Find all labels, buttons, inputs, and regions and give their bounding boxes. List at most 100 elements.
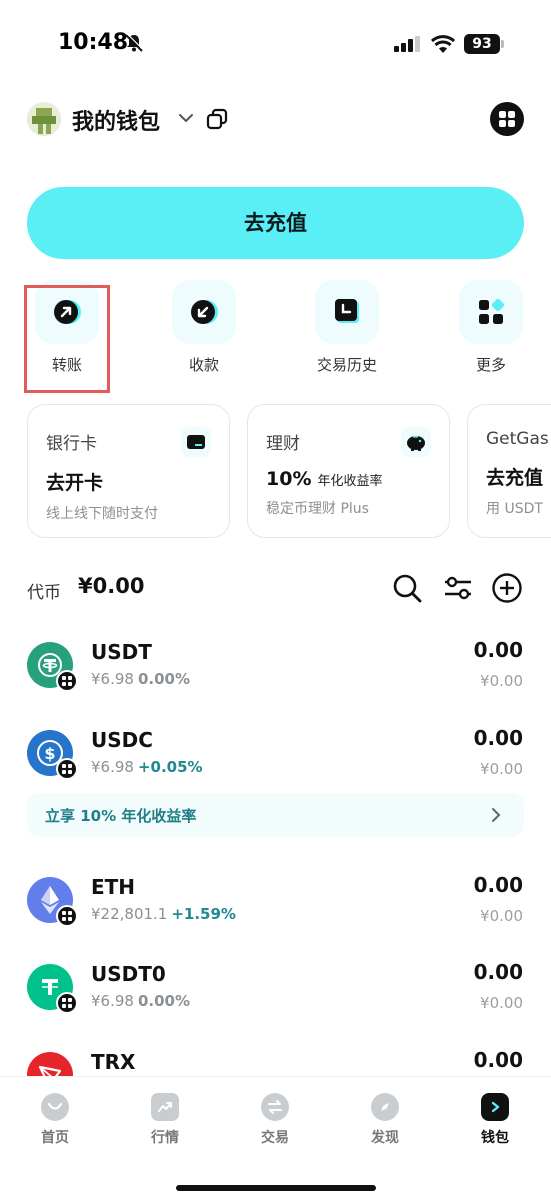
tokens-total: ¥0.00 xyxy=(78,574,145,598)
token-row-usdc[interactable]: $ USDC ¥6.98 +0.05% 0.00 ¥0.00 xyxy=(0,726,551,796)
card-main-text: 去开卡 xyxy=(46,472,104,494)
token-price-value: ¥6.98 xyxy=(91,992,134,1010)
receive-label: 收款 xyxy=(188,356,219,374)
nav-home[interactable]: 首页 xyxy=(15,1093,95,1147)
card-sub: 线上线下随时支付 xyxy=(46,506,158,522)
wallet-header: 我的钱包 xyxy=(0,96,551,140)
battery-indicator: 93 xyxy=(464,34,500,54)
nav-market[interactable]: 行情 xyxy=(125,1093,205,1147)
wifi-icon xyxy=(430,35,456,53)
battery-tip xyxy=(501,40,504,48)
token-balance: 0.00 xyxy=(473,960,523,984)
nav-trade[interactable]: 交易 xyxy=(235,1093,315,1147)
filter-icon[interactable] xyxy=(442,572,474,604)
home-indicator xyxy=(176,1185,376,1191)
chevron-down-icon[interactable] xyxy=(178,112,194,124)
grid-icon xyxy=(499,111,515,127)
chevron-right-icon xyxy=(492,808,501,822)
token-row-usdt[interactable]: USDT ¥6.98 0.00% 0.00 ¥0.00 xyxy=(0,638,551,708)
token-name: TRX xyxy=(91,1050,136,1074)
bank-card-card[interactable]: 银行卡 去开卡 线上线下随时支付 xyxy=(27,404,230,538)
discover-icon xyxy=(371,1093,399,1121)
token-fiat: ¥0.00 xyxy=(480,907,523,925)
receive-button[interactable]: 收款 xyxy=(159,280,249,375)
token-name: USDT xyxy=(91,640,152,664)
history-icon xyxy=(335,299,359,323)
token-balance: 0.00 xyxy=(473,638,523,662)
token-price: ¥22,801.1 +1.59% xyxy=(91,905,236,923)
chain-badge-icon xyxy=(56,992,78,1014)
tokens-header: 代币 ¥0.00 xyxy=(0,568,551,608)
nav-label: 发现 xyxy=(371,1130,399,1146)
nav-discover[interactable]: 发现 xyxy=(345,1093,425,1147)
nav-label: 交易 xyxy=(261,1130,289,1146)
token-price: ¥6.98 0.00% xyxy=(91,670,190,688)
avatar-icon xyxy=(27,102,61,136)
token-price: ¥6.98 +0.05% xyxy=(91,758,203,776)
card-sub: 用 USDT xyxy=(486,501,543,517)
card-title: GetGas xyxy=(486,429,549,449)
wealth-card[interactable]: 理财 10% 年化收益率 稳定币理财 Plus xyxy=(247,404,450,538)
nav-label: 行情 xyxy=(151,1130,179,1146)
copy-icon[interactable] xyxy=(206,108,228,130)
svg-text:$: $ xyxy=(44,744,55,763)
card-sub: 稳定币理财 Plus xyxy=(266,501,369,517)
nav-label: 首页 xyxy=(41,1130,69,1146)
token-price-value: ¥6.98 xyxy=(91,758,134,776)
signal-icon xyxy=(394,36,420,52)
tokens-label: 代币 xyxy=(27,583,61,603)
token-row-eth[interactable]: ETH ¥22,801.1 +1.59% 0.00 ¥0.00 xyxy=(0,873,551,943)
bottom-nav: 首页 行情 交易 发现 钱包 xyxy=(0,1076,551,1200)
add-token-icon[interactable] xyxy=(491,572,523,604)
more-label: 更多 xyxy=(475,356,506,374)
wallet-icon xyxy=(481,1093,509,1121)
feature-cards: 银行卡 去开卡 线上线下随时支付 理财 10% 年化收益率 稳定币理财 Plus … xyxy=(0,404,551,538)
market-icon xyxy=(151,1093,179,1121)
more-icon-wrap xyxy=(459,280,523,344)
history-button[interactable]: 交易历史 xyxy=(302,280,392,375)
status-bar: 10:48 93 xyxy=(0,0,551,90)
token-row-usdt0[interactable]: USDT0 ¥6.98 0.00% 0.00 ¥0.00 xyxy=(0,960,551,1030)
card-main-text: 10% xyxy=(266,468,312,490)
card-main-suffix: 年化收益率 xyxy=(317,474,383,489)
token-change: 0.00% xyxy=(137,992,190,1010)
grid-icon xyxy=(479,298,505,324)
status-time: 10:48 xyxy=(58,30,129,55)
bell-muted-icon xyxy=(125,33,144,52)
arrow-down-left-icon xyxy=(191,300,218,324)
bank-card-icon xyxy=(181,427,211,457)
token-fiat: ¥0.00 xyxy=(480,994,523,1012)
token-balance: 0.00 xyxy=(473,726,523,750)
piggy-bank-icon xyxy=(401,427,431,457)
token-price-value: ¥22,801.1 xyxy=(91,905,168,923)
deposit-button[interactable]: 去充值 xyxy=(27,187,524,259)
card-main: 去开卡 xyxy=(46,468,211,495)
history-icon-wrap xyxy=(315,280,379,344)
token-name: ETH xyxy=(91,875,136,899)
getgas-card[interactable]: GetGas 去充值 用 USDT xyxy=(467,404,551,538)
card-main: 去充值 xyxy=(486,463,551,490)
wallet-name[interactable]: 我的钱包 xyxy=(72,104,160,136)
token-fiat: ¥0.00 xyxy=(480,672,523,690)
chain-badge-icon xyxy=(56,758,78,780)
search-icon[interactable] xyxy=(391,572,423,604)
card-main-text: 去充值 xyxy=(486,467,544,489)
history-label: 交易历史 xyxy=(316,356,377,374)
avatar[interactable] xyxy=(27,102,61,136)
apps-button[interactable] xyxy=(490,102,524,136)
token-change: 0.00% xyxy=(137,670,190,688)
nav-wallet[interactable]: 钱包 xyxy=(455,1093,535,1147)
chain-badge-icon xyxy=(56,905,78,927)
token-balance: 0.00 xyxy=(473,1048,523,1072)
chain-badge-icon xyxy=(56,670,78,692)
more-button[interactable]: 更多 xyxy=(446,280,536,375)
transfer-highlight-box xyxy=(24,285,110,393)
yield-promo-banner[interactable]: 立享 10% 年化收益率 xyxy=(27,793,524,837)
token-name: USDC xyxy=(91,728,153,752)
token-change: +0.05% xyxy=(137,758,203,776)
promo-text: 立享 10% 年化收益率 xyxy=(45,807,197,825)
token-price: ¥6.98 0.00% xyxy=(91,992,190,1010)
nav-label: 钱包 xyxy=(481,1130,509,1146)
token-price-value: ¥6.98 xyxy=(91,670,134,688)
card-main: 10% 年化收益率 xyxy=(266,468,431,490)
